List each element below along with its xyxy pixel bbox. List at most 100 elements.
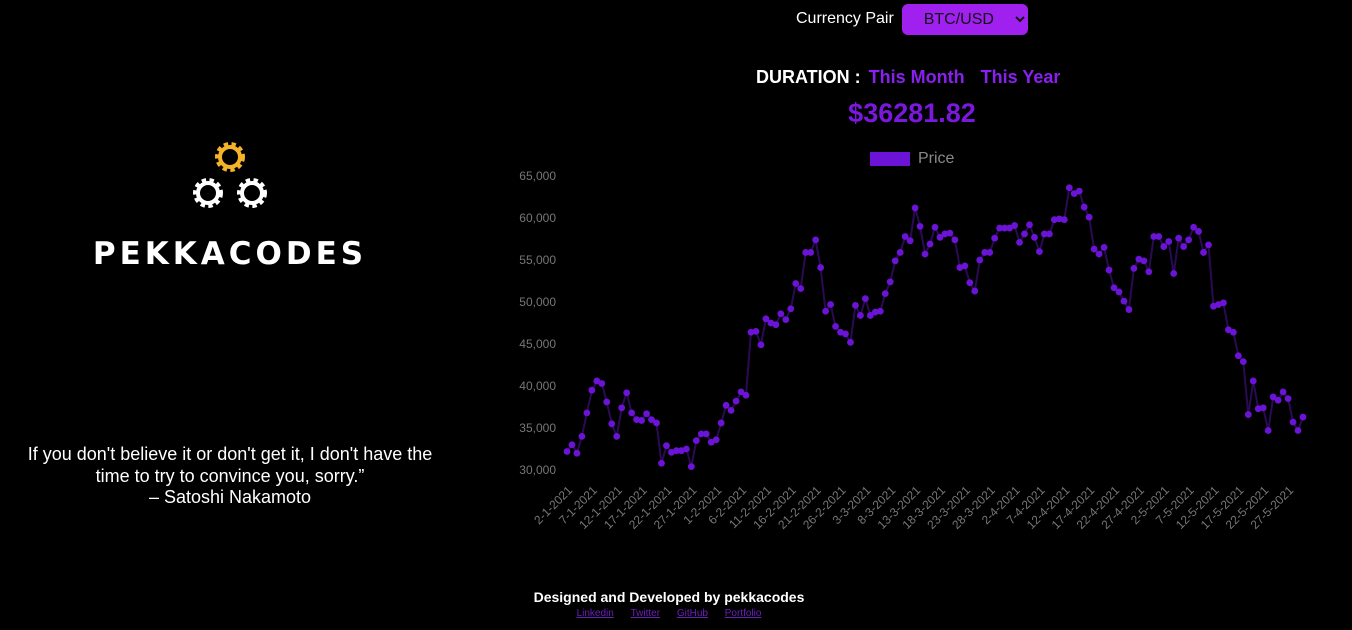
quote-author: – Satoshi Nakamoto	[148, 487, 312, 507]
price-point	[1284, 395, 1292, 402]
price-point	[1195, 228, 1202, 235]
quote-block: If you don't believe it or don't get it,…	[20, 444, 440, 509]
y-tick-label: 55,000	[519, 253, 556, 267]
price-point	[742, 391, 750, 399]
price-point	[702, 430, 710, 438]
price-point	[1130, 265, 1138, 272]
price-point	[1264, 427, 1272, 434]
price-point	[961, 262, 969, 270]
price-point	[1170, 270, 1178, 277]
price-point	[623, 389, 631, 397]
quote-text: If you don't believe it or don't get it,…	[27, 444, 433, 486]
price-point	[812, 236, 820, 244]
price-point	[1259, 404, 1267, 412]
twitter-link[interactable]: Twitter	[631, 608, 660, 619]
price-point	[1244, 411, 1252, 418]
logo	[0, 140, 460, 212]
price-point	[1115, 288, 1123, 296]
price-point	[1160, 243, 1168, 250]
price-point	[643, 410, 650, 418]
footer-links: Linkedin Twitter GitHub Portfolio	[0, 608, 1338, 619]
price-point	[1100, 244, 1108, 251]
price-point	[1021, 230, 1028, 238]
price-point	[618, 404, 626, 412]
price-point	[916, 223, 924, 230]
price-point	[717, 419, 725, 427]
y-tick-label: 50,000	[519, 295, 556, 309]
price-point	[578, 433, 586, 440]
price-point	[613, 433, 621, 440]
currency-pair-select[interactable]: BTC/USD	[901, 3, 1028, 35]
price-point	[1016, 238, 1023, 246]
price-point	[687, 463, 695, 471]
price-point	[1065, 184, 1073, 192]
price-point	[1165, 238, 1173, 245]
price-point	[1229, 328, 1237, 336]
portfolio-link[interactable]: Portfolio	[725, 608, 762, 619]
price-point	[792, 280, 800, 287]
price-point	[608, 420, 616, 428]
price-point	[1175, 234, 1183, 242]
price-point	[658, 459, 665, 467]
price-point	[732, 397, 740, 405]
price-point	[1090, 245, 1098, 253]
price-point	[603, 398, 611, 406]
price-point	[1289, 418, 1297, 426]
gear-icon-gold	[215, 142, 245, 172]
price-point	[852, 301, 859, 309]
price-point	[1220, 299, 1227, 307]
price-point	[881, 290, 889, 297]
price-point	[1145, 268, 1153, 276]
price-point	[757, 341, 765, 349]
price-point	[857, 312, 864, 319]
y-tick-label: 30,000	[519, 463, 556, 477]
price-point	[822, 307, 829, 315]
duration-this-year[interactable]: This Year	[981, 67, 1061, 88]
price-point	[1011, 222, 1018, 229]
price-point	[692, 437, 700, 444]
price-point	[787, 305, 795, 313]
price-point	[1279, 388, 1287, 396]
price-point	[598, 380, 606, 387]
price-point	[896, 249, 904, 256]
price-point	[1125, 306, 1133, 313]
price-point	[926, 240, 934, 248]
price-point	[1105, 266, 1113, 274]
price-point	[1200, 249, 1207, 256]
price-point	[1140, 257, 1148, 265]
duration-label: DURATION :	[756, 67, 861, 87]
price-point	[1155, 233, 1163, 240]
gear-icon-white	[237, 178, 267, 208]
duration-this-month[interactable]: This Month	[869, 67, 965, 88]
price-point	[951, 236, 959, 244]
price-point	[971, 287, 979, 295]
y-tick-label: 35,000	[519, 421, 556, 435]
current-price: $36281.82	[848, 98, 976, 128]
price-point	[663, 442, 670, 450]
price-point	[752, 328, 760, 335]
price-point	[1080, 203, 1088, 211]
price-point	[573, 449, 581, 457]
gears-logo-icon	[193, 142, 267, 208]
price-point	[921, 250, 929, 258]
price-point	[1294, 427, 1302, 434]
price-point	[653, 419, 660, 427]
linkedin-link[interactable]: Linkedin	[577, 608, 614, 619]
price-point	[682, 445, 690, 453]
price-point	[931, 223, 939, 231]
price-point	[976, 256, 984, 264]
price-point	[1299, 413, 1307, 421]
price-point	[1095, 250, 1103, 258]
price-point	[1239, 358, 1247, 366]
github-link[interactable]: GitHub	[677, 608, 708, 619]
price-point	[722, 401, 730, 409]
price-point	[906, 237, 914, 245]
price-point	[563, 448, 571, 455]
price-point	[1185, 236, 1193, 244]
price-point	[588, 386, 596, 394]
footer-credit: Designed and Developed by pekkacodes	[533, 589, 805, 605]
price-point	[797, 285, 805, 292]
price-chart[interactable]: 30,000 35,000 40,000 45,000 50,000 55,000 60,0…	[500, 160, 1320, 540]
price-point	[777, 310, 785, 318]
price-point	[847, 338, 854, 346]
